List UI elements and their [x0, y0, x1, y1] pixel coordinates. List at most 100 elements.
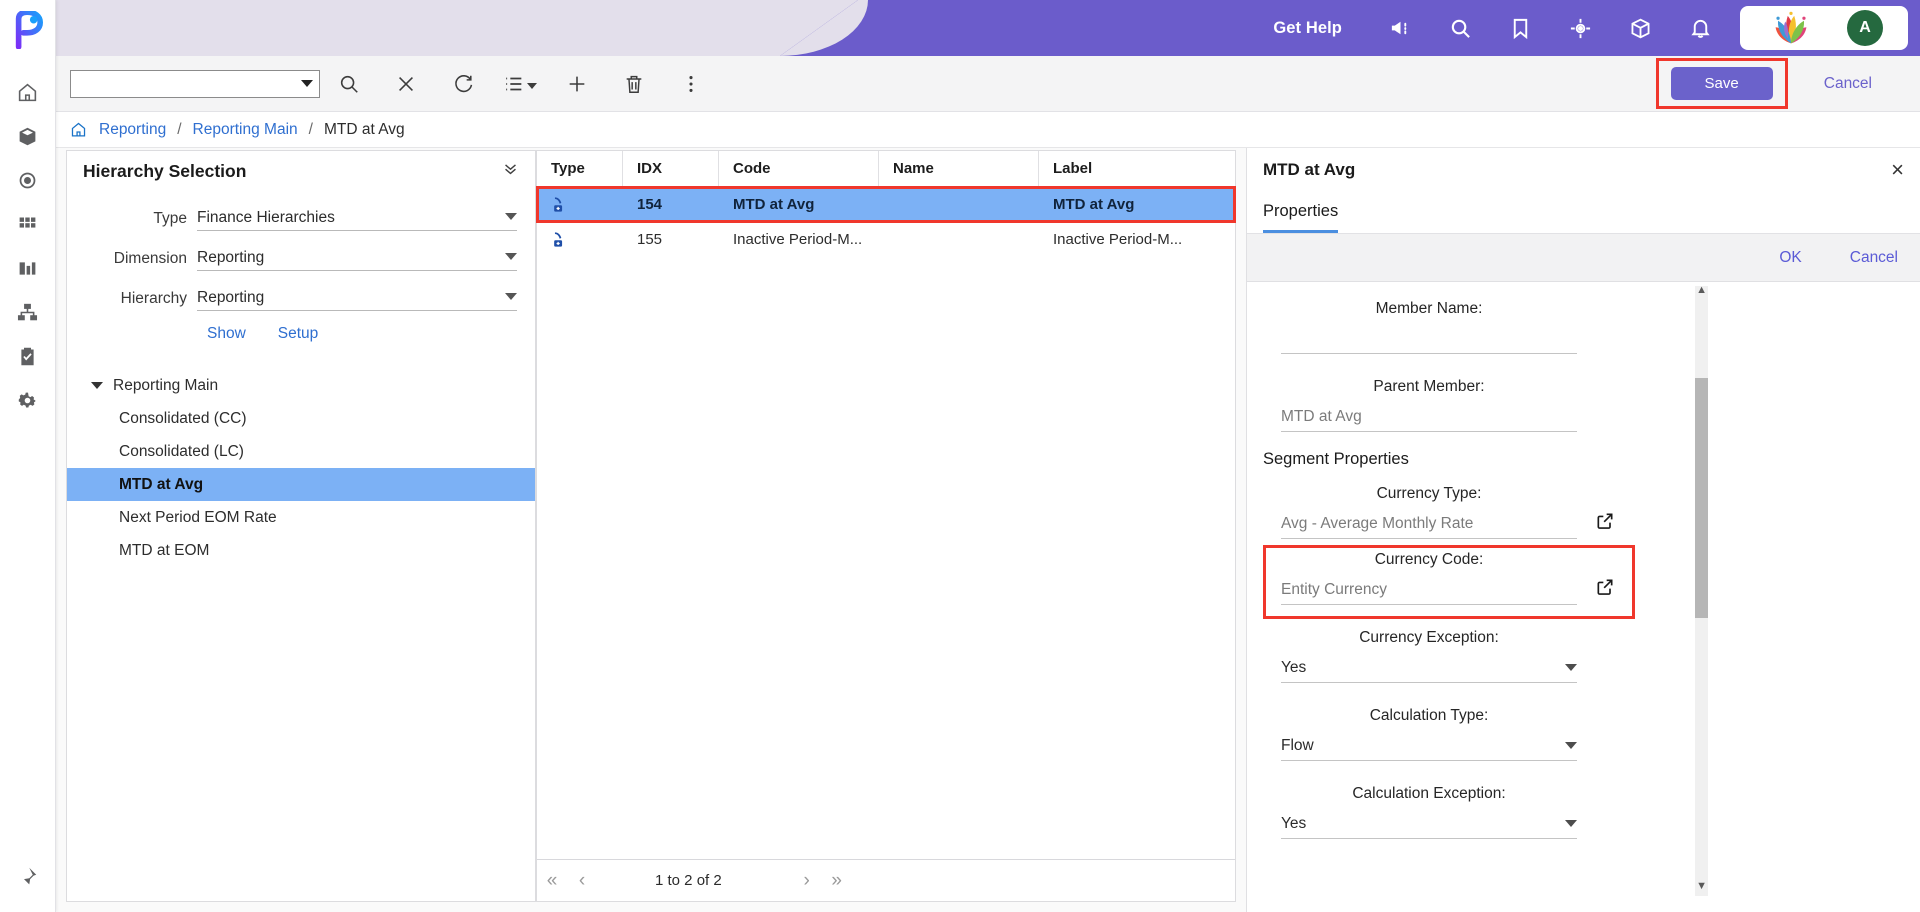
home-icon[interactable]	[70, 121, 87, 138]
toolbar-more-icon[interactable]	[662, 56, 719, 112]
properties-cancel-button[interactable]: Cancel	[1850, 249, 1898, 267]
show-link[interactable]: Show	[207, 325, 246, 343]
column-header-idx[interactable]: IDX	[623, 150, 719, 187]
row-name-cell	[879, 187, 1039, 222]
rail-item-gear-icon[interactable]	[6, 378, 50, 422]
field-calculation-exception: Calculation Exception: Yes	[1247, 779, 1577, 839]
tree-item-consolidated-lc[interactable]: Consolidated (LC)	[67, 435, 535, 468]
pagination-next-button[interactable]: ›	[792, 870, 822, 892]
rail-item-home-icon[interactable]	[6, 70, 50, 114]
breadcrumb-item-reporting-main[interactable]: Reporting Main	[193, 121, 298, 139]
pagination-prev-button[interactable]: ‹	[567, 870, 597, 892]
toolbar-add-icon[interactable]	[548, 56, 605, 112]
target-icon[interactable]	[1550, 0, 1610, 56]
cancel-button[interactable]: Cancel	[1788, 75, 1900, 93]
hierarchy-panel-title: Hierarchy Selection	[83, 160, 247, 181]
rail-item-pin-icon[interactable]	[6, 854, 50, 898]
toolbar-dropdown[interactable]	[70, 69, 320, 98]
column-header-code[interactable]: Code	[719, 150, 879, 187]
pagination-status: 1 to 2 of 2	[655, 872, 722, 889]
hierarchy-field-hierarchy: Hierarchy Reporting	[67, 277, 535, 311]
search-icon[interactable]	[1430, 0, 1490, 56]
get-help-button[interactable]: Get Help	[1245, 19, 1370, 38]
currency-code-input[interactable]: Entity Currency	[1281, 575, 1613, 605]
tree-item-next-period-eom-rate[interactable]: Next Period EOM Rate	[67, 501, 535, 534]
parent-member-input[interactable]: MTD at Avg	[1281, 402, 1577, 432]
tree-item-consolidated-cc[interactable]: Consolidated (CC)	[67, 402, 535, 435]
calculation-exception-select[interactable]: Yes	[1281, 809, 1577, 839]
member-icon	[551, 230, 570, 249]
currency-exception-select[interactable]: Yes	[1281, 653, 1577, 683]
dimension-select[interactable]: Reporting	[197, 249, 517, 271]
rail-item-target-icon[interactable]	[6, 158, 50, 202]
external-link-icon[interactable]	[1595, 577, 1615, 602]
column-header-type[interactable]: Type	[537, 150, 623, 187]
column-header-name[interactable]: Name	[879, 150, 1039, 187]
field-value: Flow	[1281, 736, 1314, 754]
hierarchy-actions: Show Setup	[67, 325, 535, 343]
megaphone-icon[interactable]	[1370, 0, 1430, 56]
tree-root-label: Reporting Main	[113, 376, 219, 394]
field-label: Currency Exception:	[1359, 629, 1499, 646]
field-value: Reporting	[197, 289, 265, 306]
bell-icon[interactable]	[1670, 0, 1730, 56]
save-button[interactable]: Save	[1670, 67, 1773, 100]
tree-item-mtd-at-avg[interactable]: MTD at Avg	[67, 468, 535, 501]
rail-item-cube-icon[interactable]	[6, 114, 50, 158]
breadcrumb-item-reporting[interactable]: Reporting	[99, 121, 166, 139]
bookmark-icon[interactable]	[1490, 0, 1550, 56]
toolbar-clear-icon[interactable]	[377, 56, 434, 112]
cube-icon[interactable]	[1610, 0, 1670, 56]
field-label: Dimension	[113, 250, 187, 267]
rail-item-chart-icon[interactable]	[6, 246, 50, 290]
breadcrumb-separator: /	[177, 120, 182, 138]
rail-item-grid-icon[interactable]	[6, 202, 50, 246]
scroll-up-icon[interactable]: ▲	[1696, 284, 1707, 296]
row-name-cell	[879, 222, 1039, 257]
row-idx-cell: 155	[637, 231, 663, 248]
type-select[interactable]: Finance Hierarchies	[197, 209, 517, 231]
toolbar-list-icon[interactable]	[491, 56, 548, 112]
properties-title: MTD at Avg	[1263, 160, 1356, 179]
app-logo[interactable]	[6, 8, 50, 52]
ok-button[interactable]: OK	[1779, 249, 1801, 267]
column-header-label[interactable]: Label	[1039, 151, 1235, 187]
tab-properties[interactable]: Properties	[1263, 202, 1339, 233]
chevron-down-icon	[526, 82, 537, 89]
currency-code-group: Currency Code: Entity Currency	[1247, 545, 1920, 619]
chevron-down-icon	[301, 80, 313, 87]
chevron-down-icon	[1565, 820, 1577, 827]
triangle-down-icon[interactable]	[91, 382, 103, 389]
close-icon[interactable]: ×	[1891, 159, 1904, 181]
avatar[interactable]: A	[1847, 10, 1883, 46]
row-label-cell: MTD at Avg	[1053, 196, 1135, 213]
chevron-down-icon	[505, 212, 517, 220]
calculation-type-select[interactable]: Flow	[1281, 731, 1577, 761]
currency-type-input[interactable]: Avg - Average Monthly Rate	[1281, 509, 1613, 539]
table-row[interactable]: 155 Inactive Period-M... Inactive Period…	[537, 222, 1235, 257]
pagination-last-button[interactable]: »	[822, 870, 852, 892]
field-value: Finance Hierarchies	[197, 209, 335, 226]
rail-item-clipboard-icon[interactable]	[6, 334, 50, 378]
row-idx-cell: 154	[637, 196, 663, 213]
brand-chip[interactable]: A	[1740, 6, 1908, 50]
toolbar-delete-icon[interactable]	[605, 56, 662, 112]
pagination-first-button[interactable]: «	[537, 870, 567, 892]
field-label: Member Name:	[1375, 300, 1483, 317]
action-toolbar: Save Cancel	[56, 56, 1920, 112]
tree-root-node[interactable]: Reporting Main	[67, 369, 535, 402]
tree-item-mtd-at-eom[interactable]: MTD at EOM	[67, 534, 535, 567]
table-row[interactable]: 154 MTD at Avg MTD at Avg	[537, 187, 1235, 222]
toolbar-search-icon[interactable]	[320, 56, 377, 112]
member-name-input[interactable]	[1281, 324, 1577, 354]
setup-link[interactable]: Setup	[278, 325, 319, 343]
field-value: MTD at Avg	[1281, 407, 1362, 425]
field-label: Calculation Exception:	[1352, 785, 1506, 802]
external-link-icon[interactable]	[1595, 511, 1615, 536]
rail-item-hierarchy-icon[interactable]	[6, 290, 50, 334]
field-currency-code: Currency Code: Entity Currency	[1247, 545, 1613, 605]
chevron-double-down-icon[interactable]	[502, 160, 519, 182]
toolbar-refresh-icon[interactable]	[434, 56, 491, 112]
scroll-down-icon[interactable]: ▼	[1696, 880, 1707, 892]
hierarchy-select[interactable]: Reporting	[197, 289, 517, 311]
